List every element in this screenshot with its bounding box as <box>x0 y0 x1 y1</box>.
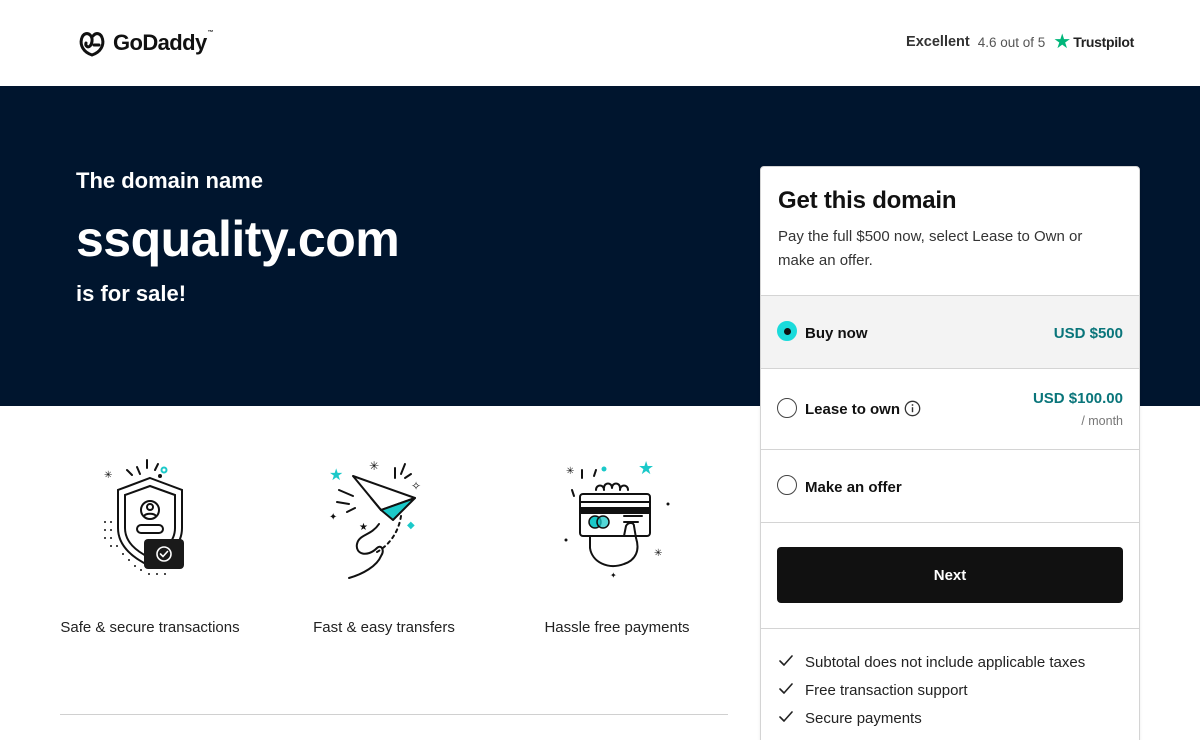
option-buy-now[interactable]: Buy now USD $500 <box>761 296 1139 369</box>
card-subtitle: Pay the full $500 now, select Lease to O… <box>778 228 1083 269</box>
hero-pretitle: The domain name <box>76 168 264 193</box>
svg-text:✦: ✦ <box>610 571 617 580</box>
svg-text:✳: ✳ <box>566 466 574 477</box>
info-icon[interactable] <box>904 400 921 417</box>
godaddy-logo-icon <box>79 32 105 57</box>
feature-label: Hassle free payments <box>544 619 690 636</box>
card-header: Get this domain Pay the full $500 now, s… <box>761 167 1139 296</box>
svg-text:★: ★ <box>638 458 654 478</box>
svg-text:✳: ✳ <box>369 459 379 473</box>
svg-text:★: ★ <box>359 522 368 533</box>
feature-label: Fast & easy transfers <box>313 619 455 636</box>
buy-now-radio[interactable] <box>777 321 797 341</box>
benefit-item: Secure payments <box>761 707 1139 735</box>
hero-posttitle: is for sale! <box>76 281 187 306</box>
buy-now-label: Buy now <box>805 325 868 342</box>
checkmark-icon <box>779 683 793 694</box>
svg-text:✳: ✳ <box>104 470 112 481</box>
paper-plane-icon: ★ ✳ ✧ ◆ ✦ ★ <box>329 459 421 579</box>
benefit-item: Free transaction support <box>761 679 1139 707</box>
feature-label: Safe & secure transactions <box>60 619 240 636</box>
domain-name: ssquality.com <box>76 211 400 267</box>
shield-icon: ✳ <box>104 459 184 575</box>
svg-text:✧: ✧ <box>411 479 421 493</box>
feature-safe-secure: ✳ Safe & secure transactions <box>60 450 240 640</box>
svg-text:★: ★ <box>329 467 343 484</box>
checkmark-icon <box>779 655 793 666</box>
benefit-text: Secure payments <box>805 710 922 727</box>
svg-text:✦: ✦ <box>329 512 337 523</box>
logo-text: GoDaddy™ <box>113 30 214 55</box>
trustpilot-brand: Trustpilot <box>1073 34 1134 50</box>
buy-now-price: USD $500 <box>1053 325 1123 342</box>
section-divider <box>60 714 728 715</box>
next-section: Next <box>761 523 1139 629</box>
checkmark-icon <box>779 711 793 722</box>
godaddy-logo[interactable]: GoDaddy™ <box>77 28 214 58</box>
trustpilot-star-icon: ★ <box>1053 31 1072 53</box>
trustpilot-label: Excellent <box>906 34 970 50</box>
get-domain-card: Get this domain Pay the full $500 now, s… <box>760 166 1140 740</box>
feature-hassle-free: ★ ✳ ✳ ✦ Hassle free payments <box>527 450 707 640</box>
trustpilot-rating[interactable]: Excellent 4.6 out of 5 ★ Trustpilot <box>906 32 1134 52</box>
site-header: GoDaddy™ Excellent 4.6 out of 5 ★ Trustp… <box>0 0 1200 86</box>
benefit-item: Subtotal does not include applicable tax… <box>761 651 1139 679</box>
card-payment-icon: ★ ✳ ✳ ✦ <box>564 458 670 580</box>
svg-text:✳: ✳ <box>654 548 662 559</box>
benefits-list: Subtotal does not include applicable tax… <box>761 629 1139 735</box>
next-button[interactable]: Next <box>777 547 1123 603</box>
card-title: Get this domain <box>778 187 957 214</box>
svg-text:◆: ◆ <box>407 520 415 531</box>
benefit-text: Free transaction support <box>805 682 968 699</box>
lease-period: / month <box>1081 414 1123 428</box>
benefit-text: Subtotal does not include applicable tax… <box>805 654 1086 671</box>
offer-label: Make an offer <box>805 479 902 496</box>
option-lease-to-own[interactable]: Lease to own USD $100.00 / month <box>761 369 1139 450</box>
lease-radio[interactable] <box>777 398 797 418</box>
trustpilot-score: 4.6 out of 5 <box>977 34 1046 50</box>
option-make-offer[interactable]: Make an offer <box>761 450 1139 523</box>
lease-price: USD $100.00 <box>1032 390 1123 407</box>
offer-radio[interactable] <box>777 475 797 495</box>
feature-fast-transfers: ★ ✳ ✧ ◆ ✦ ★ Fast & easy transfers <box>294 450 474 640</box>
lease-label: Lease to own <box>805 401 901 418</box>
